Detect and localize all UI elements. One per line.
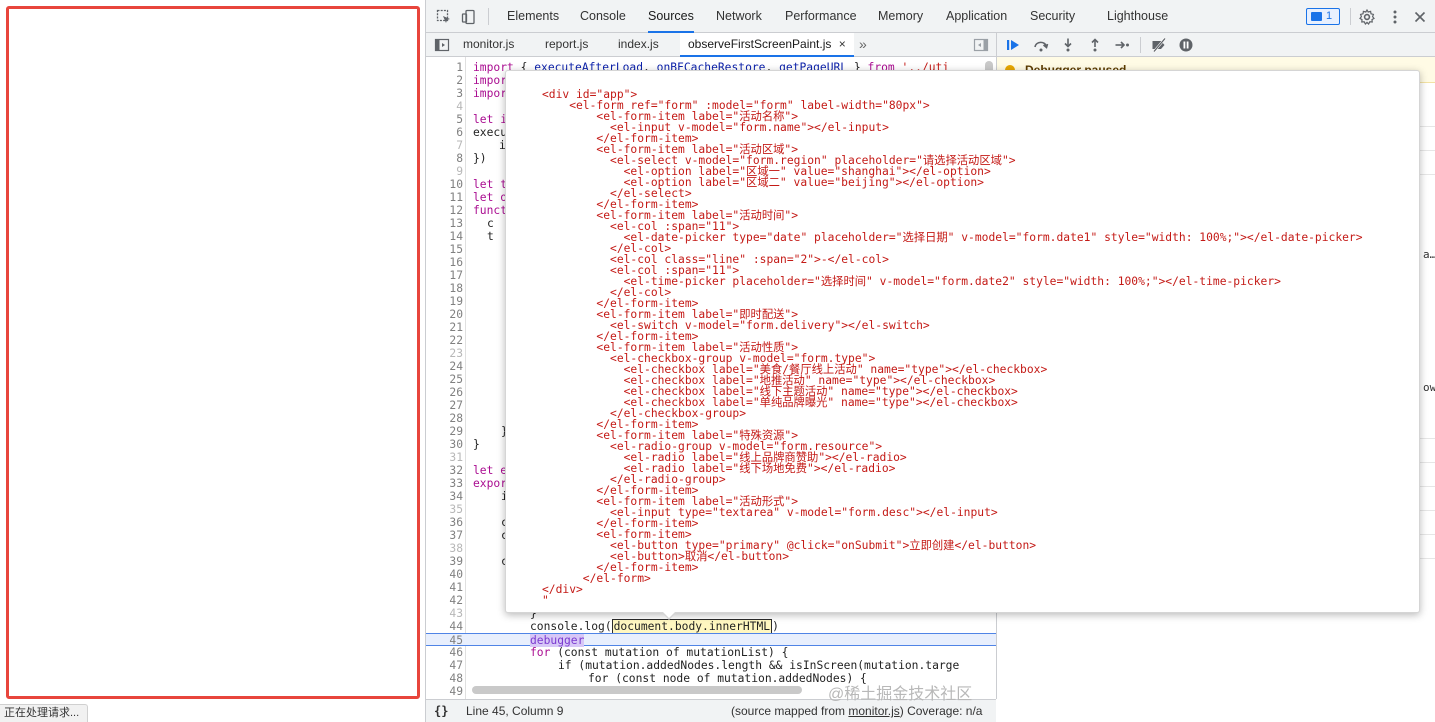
popover-arrow [662, 611, 676, 618]
coverage-info: Coverage: n/a [907, 704, 983, 718]
inspected-page: 正在处理请求... [0, 0, 425, 722]
tab-application[interactable]: Application [946, 0, 1007, 33]
tab-memory[interactable]: Memory [878, 0, 923, 33]
current-execution-line: 45 debugger [426, 633, 996, 647]
code-line: 47 if (mutation.addedNodes.length && isIn… [449, 659, 960, 672]
step-over-icon[interactable] [1033, 37, 1049, 53]
pause-on-exceptions-icon[interactable] [1178, 37, 1194, 53]
source-file-tabs: monitor.js report.js index.js observeFir… [426, 33, 996, 57]
horizontal-scrollbar-thumb[interactable] [472, 686, 802, 694]
issues-badge[interactable]: 1 [1306, 8, 1340, 25]
toolbar-separator [1350, 8, 1351, 25]
more-tabs-icon[interactable]: » [859, 33, 867, 57]
resume-icon[interactable] [1005, 37, 1021, 53]
tab-performance[interactable]: Performance [785, 0, 857, 33]
file-tab-observe-first-screen-paint[interactable]: observeFirstScreenPaint.js × [680, 33, 854, 57]
debugger-toolbar [996, 33, 1435, 57]
gear-icon[interactable] [1359, 8, 1375, 25]
file-tab-monitor[interactable]: monitor.js [463, 33, 514, 57]
toggle-debugger-sidebar-icon[interactable] [973, 37, 989, 53]
close-tab-icon[interactable]: × [839, 37, 846, 51]
toolbar-separator [488, 8, 489, 25]
inspect-element-icon[interactable] [436, 9, 452, 25]
more-options-icon[interactable] [1387, 9, 1403, 25]
file-tab-label: observeFirstScreenPaint.js [688, 37, 832, 51]
page-highlight-frame [6, 6, 420, 699]
sidebar-truncated-text: ow [1423, 381, 1435, 394]
status-bubble: 正在处理请求... [0, 704, 89, 722]
step-out-icon[interactable] [1087, 37, 1103, 53]
tab-network[interactable]: Network [716, 0, 762, 33]
code-line: 44 console.log(document.body.innerHTML) [449, 619, 779, 634]
value-popover[interactable]: <div id="app"> <el-form ref="form" :mode… [505, 70, 1420, 613]
step-icon[interactable] [1114, 37, 1130, 53]
close-icon[interactable] [1412, 9, 1428, 25]
source-map-link[interactable]: monitor.js [848, 704, 899, 718]
devtools-main-toolbar: Elements Console Sources Network Perform… [426, 0, 1435, 33]
message-icon [1311, 12, 1322, 21]
pretty-print-button[interactable]: {} [434, 700, 448, 722]
tab-console[interactable]: Console [580, 0, 626, 33]
tab-elements[interactable]: Elements [507, 0, 559, 33]
deactivate-breakpoints-icon[interactable] [1151, 37, 1167, 53]
cursor-position: Line 45, Column 9 [466, 704, 564, 718]
popover-line: " [542, 594, 549, 607]
tab-security[interactable]: Security [1030, 0, 1075, 33]
file-tab-index[interactable]: index.js [618, 33, 659, 57]
toolbar-separator [1140, 37, 1141, 53]
tab-lighthouse[interactable]: Lighthouse [1107, 0, 1168, 33]
code-line: 46 for (const mutation of mutationList) { [449, 646, 789, 659]
step-into-icon[interactable] [1060, 37, 1076, 53]
tab-sources[interactable]: Sources [648, 0, 694, 33]
sidebar-truncated-text: a… [1423, 248, 1435, 261]
evaluated-expression[interactable]: document.body.innerHTML [611, 619, 773, 634]
toggle-navigator-icon[interactable] [434, 37, 450, 53]
device-toolbar-icon[interactable] [461, 9, 477, 25]
watermark: @稀土掘金技术社区 [828, 686, 973, 703]
file-tab-report[interactable]: report.js [545, 33, 588, 57]
